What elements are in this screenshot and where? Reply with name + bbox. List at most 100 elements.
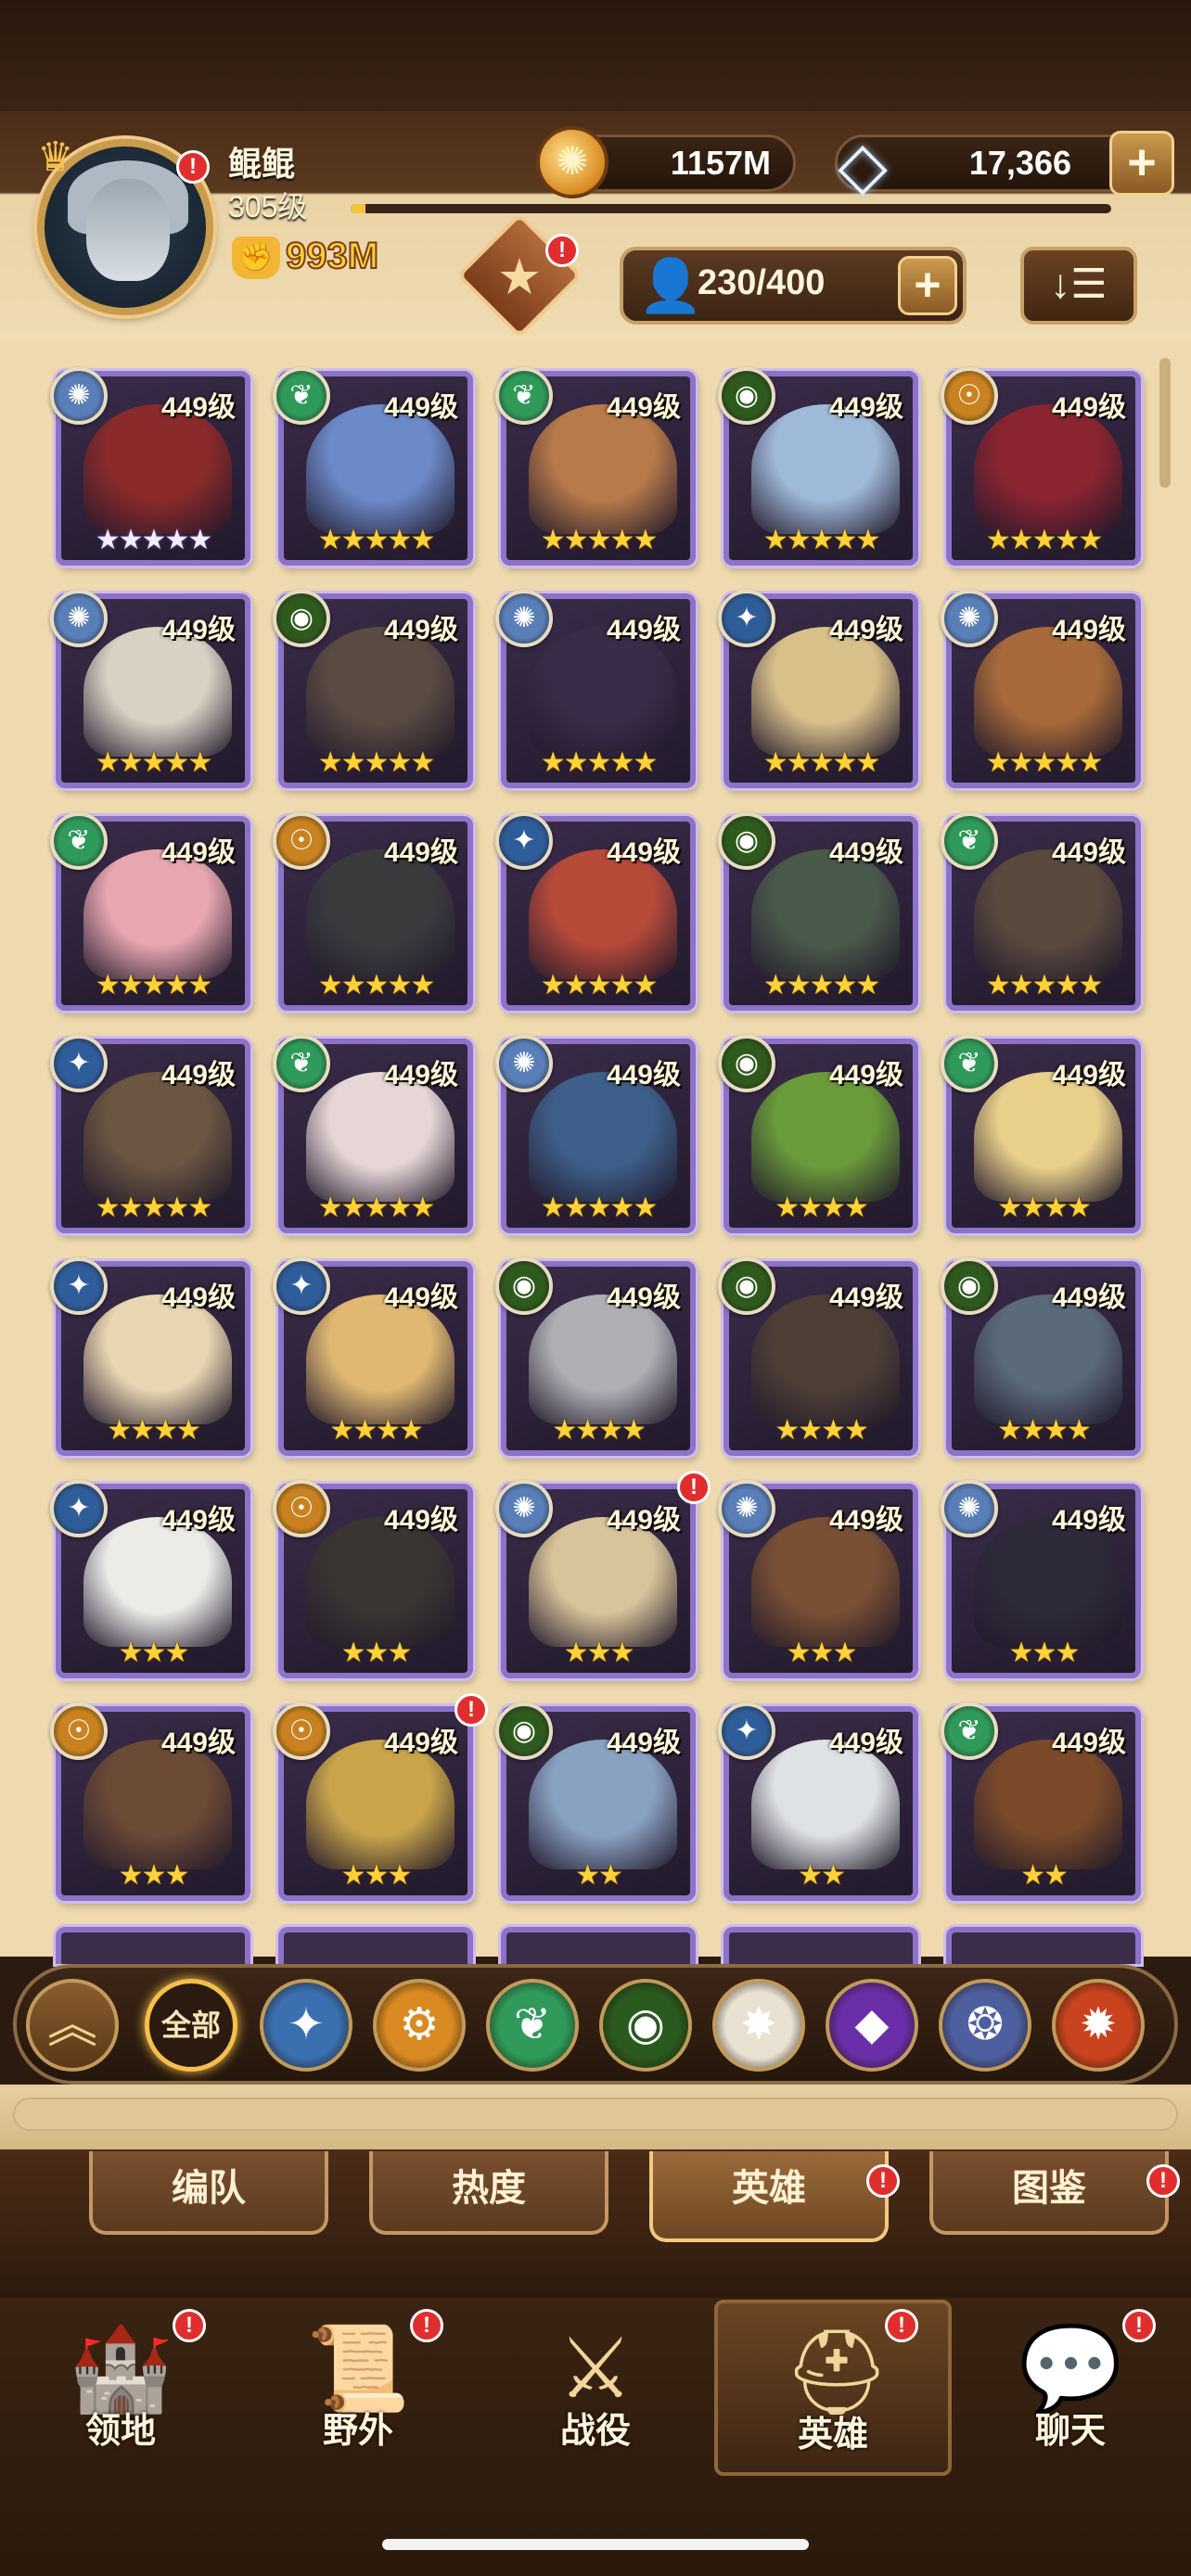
filter-draconis-button[interactable]: ✹	[1052, 1979, 1145, 2072]
sub-tab-2[interactable]: 英雄	[649, 2151, 889, 2242]
celestial-faction-icon: ✺	[718, 1480, 775, 1537]
hero-level: 449级	[606, 1728, 681, 1758]
filter-all-button[interactable]: 全部	[145, 1979, 237, 2072]
filter-celestial-button[interactable]: ✸	[712, 1979, 805, 2072]
grid-scrollbar[interactable]	[1159, 358, 1171, 488]
experience-bar	[351, 204, 1111, 213]
graveborn-faction-icon: ◉	[273, 590, 330, 647]
crown-icon: ♛	[37, 134, 74, 180]
wilder-faction-icon: ❦	[941, 1035, 998, 1092]
hero-card-partial[interactable]	[724, 1927, 918, 1964]
hero-level: 449级	[160, 1060, 236, 1090]
nav-label: 领地	[84, 2412, 156, 2451]
graveborn-faction-icon: ◉	[718, 1035, 775, 1092]
mauler-faction-icon: ☉	[273, 812, 330, 870]
nav-notification-badge: !	[173, 2309, 206, 2342]
filter-hypogean-button[interactable]: ◆	[826, 1979, 918, 2072]
hero-level: 449级	[383, 1282, 458, 1313]
gold-coin-icon: ✺	[536, 126, 608, 198]
top-background	[0, 0, 1191, 111]
sub-tab-1[interactable]: 热度	[369, 2151, 608, 2235]
wilder-faction-icon: ❦	[273, 1035, 330, 1092]
mauler-faction-icon: ☉	[273, 1480, 330, 1537]
nav-notification-badge: !	[885, 2309, 918, 2342]
hero-stars: ★★★	[340, 1638, 413, 1668]
mauler-faction-icon: ☉	[941, 367, 998, 425]
hero-stars: ★★★★★	[317, 970, 435, 1001]
hero-level: 449级	[160, 392, 236, 423]
avatar-face	[86, 179, 170, 281]
hero-card-partial[interactable]	[501, 1927, 696, 1964]
hero-card-partial[interactable]	[56, 1927, 250, 1964]
hero-level: 449级	[383, 837, 458, 868]
add-gems-button[interactable]: +	[1109, 131, 1174, 196]
filter-dimensional-button[interactable]: ❂	[939, 1979, 1031, 2072]
wilder-faction-icon: ❦	[495, 367, 553, 425]
hero-level: 449级	[1051, 1728, 1126, 1758]
hero-level: 449级	[160, 1505, 236, 1536]
graveborn-faction-icon: ◉	[495, 1702, 553, 1760]
collapse-filter-button[interactable]: ︽	[26, 1979, 119, 2072]
lightbearer-faction-icon: ✦	[50, 1257, 108, 1315]
hero-level: 449级	[160, 1728, 236, 1758]
lightbearer-faction-icon: ✦	[718, 1702, 775, 1760]
graveborn-faction-icon: ◉	[718, 367, 775, 425]
wilder-faction-icon: ❦	[941, 812, 998, 870]
hero-level: 449级	[1051, 1060, 1126, 1090]
nav-notification-badge: !	[1122, 2309, 1156, 2342]
wilder-faction-icon: ❦	[50, 812, 108, 870]
celestial-faction-icon: ✺	[495, 1035, 553, 1092]
wilder-faction-icon: ❦	[941, 1702, 998, 1760]
graveborn-faction-icon: ◉	[718, 1257, 775, 1315]
celestial-faction-icon: ✺	[495, 1480, 553, 1537]
lightbearer-faction-icon: ✦	[718, 590, 775, 647]
hero-level: 449级	[606, 1505, 681, 1536]
hero-level: 449级	[828, 1505, 903, 1536]
hero-level: 449级	[160, 615, 236, 645]
filter-graveborn-button[interactable]: ◉	[599, 1979, 692, 2072]
hero-stars: ★★★★	[552, 1415, 647, 1446]
lightbearer-faction-icon: ✦	[50, 1035, 108, 1092]
hero-level: 449级	[383, 1060, 458, 1090]
hero-level: 449级	[828, 1060, 903, 1090]
hero-stars: ★★★★★	[762, 970, 880, 1001]
hero-card-partial[interactable]	[278, 1927, 473, 1964]
hero-level: 449级	[606, 1060, 681, 1090]
hero-card-partial[interactable]	[946, 1927, 1141, 1964]
power-value: 993M	[285, 235, 379, 277]
hero-stars: ★★★★★	[762, 525, 880, 555]
hero-stars: ★★★★★	[317, 1192, 435, 1223]
sub-tab-3[interactable]: 图鉴	[929, 2151, 1169, 2235]
hero-stars: ★★★★	[107, 1415, 201, 1446]
hero-level: 449级	[383, 1505, 458, 1536]
fist-power-icon: ✊	[232, 236, 280, 279]
hero-stars: ★★★	[563, 1638, 635, 1668]
nav-label: 战役	[559, 2412, 631, 2451]
expand-capacity-button[interactable]: +	[898, 256, 957, 315]
hero-level: 449级	[606, 392, 681, 423]
graveborn-faction-icon: ◉	[941, 1257, 998, 1315]
hero-stars: ★★★★	[775, 1192, 869, 1223]
hero-level: 449级	[383, 615, 458, 645]
hero-capacity-value: 230/400	[698, 263, 826, 302]
hero-level: 449级	[383, 392, 458, 423]
hero-level: 449级	[383, 1728, 458, 1758]
home-indicator[interactable]	[382, 2539, 809, 2550]
avatar-notification-badge: !	[176, 150, 210, 184]
filter-lightbearer-button[interactable]: ✦	[260, 1979, 352, 2072]
hero-stars: ★★★★★	[985, 525, 1103, 555]
hero-stars: ★★★	[786, 1638, 858, 1668]
nav-item-2[interactable]: ⚔ 战役	[477, 2300, 714, 2476]
filter-mauler-button[interactable]: ⚙	[373, 1979, 466, 2072]
celestial-faction-icon: ✺	[50, 367, 108, 425]
sub-tab-0[interactable]: 编队	[89, 2151, 328, 2235]
hero-stars: ★★★★★	[540, 1192, 658, 1223]
hero-level: 449级	[828, 1728, 903, 1758]
nav-label: 野外	[322, 2412, 393, 2451]
sort-button[interactable]: ↓☰	[1020, 247, 1137, 325]
hero-stars: ★★★★★	[540, 747, 658, 778]
filter-wilder-button[interactable]: ❦	[486, 1979, 579, 2072]
hero-stars: ★★★★★	[540, 970, 658, 1001]
hero-level: 449级	[1051, 837, 1126, 868]
hero-stars: ★★★★	[775, 1415, 869, 1446]
